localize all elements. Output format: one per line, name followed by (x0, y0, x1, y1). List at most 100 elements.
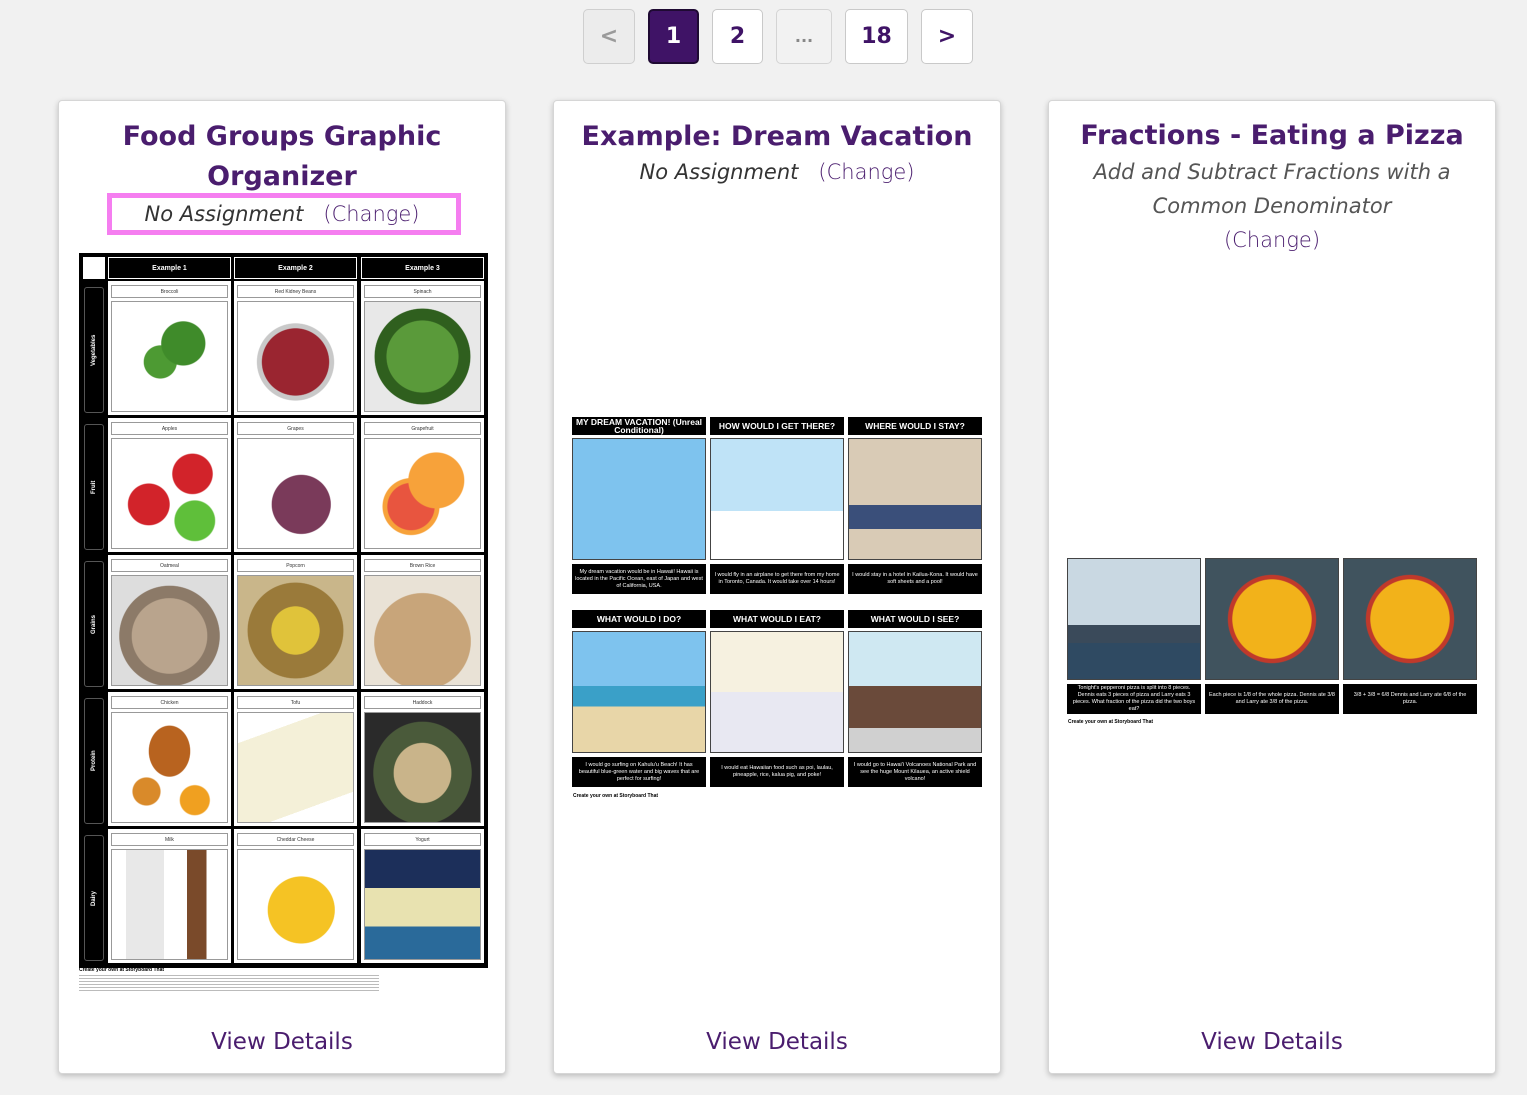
food-picture (364, 438, 481, 549)
card-title[interactable]: Food Groups Graphic Organizer (59, 117, 505, 197)
food-picture (111, 301, 228, 412)
food-picture (364, 712, 481, 823)
organizer-row-label: Dairy (84, 835, 104, 961)
organizer-cell: Yogurt (361, 829, 484, 963)
organizer-cell: Tofu (234, 692, 357, 826)
organizer-item-label: Cheddar Cheese (237, 833, 354, 846)
assignment-line: No Assignment (Change) (554, 155, 1000, 189)
food-picture (364, 849, 481, 960)
organizer-item-label: Spinach (364, 285, 481, 298)
organizer-item-label: Popcorn (237, 559, 354, 572)
storyboard-card-food-groups[interactable]: Food Groups Graphic Organizer No Assignm… (58, 100, 506, 1074)
food-picture (111, 849, 228, 960)
food-picture (111, 438, 228, 549)
storyboard-credit: Create your own at Storyboard That (1068, 719, 1154, 725)
organizer-row-label: Vegetables (84, 287, 104, 413)
storyboard-panel-scene (1067, 558, 1201, 680)
organizer-item-label: Apples (111, 422, 228, 435)
view-details-link[interactable]: View Details (554, 1029, 1000, 1055)
organizer-cell: Grapes (234, 418, 357, 552)
food-picture (237, 575, 354, 686)
view-details-link[interactable]: View Details (1049, 1029, 1495, 1055)
food-picture (237, 438, 354, 549)
assignment-label: No Assignment (144, 202, 304, 226)
page-18-button[interactable]: 18 (845, 9, 908, 64)
storyboard-panel-caption: I would eat Hawaiian food such as poi, l… (710, 757, 844, 787)
next-page-button[interactable]: > (921, 9, 973, 64)
organizer-item-label: Haddock (364, 696, 481, 709)
assignment-line: Add and Subtract Fractions with a Common… (1049, 155, 1495, 257)
organizer-cell: Chicken (108, 692, 231, 826)
organizer-item-label: Tofu (237, 696, 354, 709)
card-title[interactable]: Example: Dream Vacation (554, 117, 1000, 157)
fractions-storyboard-image[interactable]: Tonight's pepperoni pizza is split into … (1067, 558, 1479, 728)
assignment-label: Add and Subtract Fractions with a Common… (1093, 160, 1451, 218)
storyboard-card-fractions-pizza[interactable]: Fractions - Eating a Pizza Add and Subtr… (1048, 100, 1496, 1074)
organizer-cell: Oatmeal (108, 555, 231, 689)
organizer-cell: Apples (108, 418, 231, 552)
dream-vacation-storyboard-image[interactable]: MY DREAM VACATION! (Unreal Conditional) M… (572, 417, 984, 801)
organizer-row-label: Grains (84, 561, 104, 687)
organizer-column-header: Example 3 (361, 257, 484, 279)
organizer-item-label: Brown Rice (364, 559, 481, 572)
storyboard-panel-scene (848, 631, 982, 753)
storyboard-panel-heading: MY DREAM VACATION! (Unreal Conditional) (572, 417, 706, 435)
organizer-column-header: Example 2 (234, 257, 357, 279)
food-picture (364, 301, 481, 412)
organizer-corner (83, 257, 105, 279)
storyboard-panel-caption: 3/8 + 3/8 = 6/8 Dennis and Larry ate 6/8… (1343, 684, 1477, 714)
change-assignment-link[interactable]: (Change) (323, 202, 419, 226)
page-1-button[interactable]: 1 (648, 9, 699, 64)
organizer-item-label: Grapefruit (364, 422, 481, 435)
storyboard-panel-scene (848, 438, 982, 560)
organizer-item-label: Yogurt (364, 833, 481, 846)
food-picture (237, 849, 354, 960)
assignment-line: No Assignment (Change) (59, 197, 505, 231)
organizer-cell: Brown Rice (361, 555, 484, 689)
storyboard-panel-caption: I would go surfing on Kahulu'u Beach! It… (572, 757, 706, 787)
organizer-cell: Spinach (361, 281, 484, 415)
view-details-link[interactable]: View Details (59, 1029, 505, 1055)
card-title[interactable]: Fractions - Eating a Pizza (1049, 116, 1495, 156)
prev-page-button[interactable]: < (583, 9, 635, 64)
pizza-scene (1205, 558, 1339, 680)
storyboard-panel-caption: My dream vacation would be in Hawaii! Ha… (572, 564, 706, 594)
storyboard-panel-caption: Each piece is 1/8 of the whole pizza. De… (1205, 684, 1339, 714)
organizer-cell: Cheddar Cheese (234, 829, 357, 963)
storyboard-panel-heading: HOW WOULD I GET THERE? (710, 417, 844, 435)
food-picture (111, 712, 228, 823)
organizer-cell: Popcorn (234, 555, 357, 689)
food-picture (111, 575, 228, 686)
organizer-item-label: Grapes (237, 422, 354, 435)
food-groups-organizer-image[interactable]: Example 1 Example 2 Example 3 Vegetables Bro… (79, 253, 488, 968)
page-2-button[interactable]: 2 (712, 9, 763, 64)
storyboard-panel-scene (572, 438, 706, 560)
organizer-item-label: Oatmeal (111, 559, 228, 572)
food-picture (237, 301, 354, 412)
storyboard-credit: Create your own at Storyboard That (573, 793, 659, 799)
organizer-cell: Red Kidney Beans (234, 281, 357, 415)
storyboard-panel-scene (572, 631, 706, 753)
pagination-ellipsis: ... (776, 9, 832, 64)
storyboard-panel-caption: I would go to Hawai'i Volcanoes National… (848, 757, 982, 787)
organizer-cell: Broccoli (108, 281, 231, 415)
organizer-item-label: Red Kidney Beans (237, 285, 354, 298)
organizer-item-label: Milk (111, 833, 228, 846)
organizer-row-label: Protein (84, 698, 104, 824)
storyboard-panel-caption: Tonight's pepperoni pizza is split into … (1067, 684, 1201, 714)
storyboard-panel-heading: WHAT WOULD I DO? (572, 610, 706, 628)
change-assignment-link[interactable]: (Change) (818, 160, 914, 184)
storyboard-panel-caption: I would stay in a hotel in Kailua-Kona. … (848, 564, 982, 594)
food-picture (237, 712, 354, 823)
organizer-item-label: Chicken (111, 696, 228, 709)
pizza-scene (1343, 558, 1477, 680)
organizer-item-label: Broccoli (111, 285, 228, 298)
change-assignment-link[interactable]: (Change) (1224, 228, 1320, 252)
image-credits-fineprint (79, 973, 379, 993)
storyboard-panel-scene (710, 631, 844, 753)
storyboard-card-dream-vacation[interactable]: Example: Dream Vacation No Assignment (C… (553, 100, 1001, 1074)
storyboard-credit: Create your own at Storyboard That (79, 967, 165, 973)
storyboard-panel-heading: WHERE WOULD I STAY? (848, 417, 982, 435)
assignment-label: No Assignment (639, 160, 799, 184)
storyboard-panel-caption: I would fly in an airplane to get there … (710, 564, 844, 594)
